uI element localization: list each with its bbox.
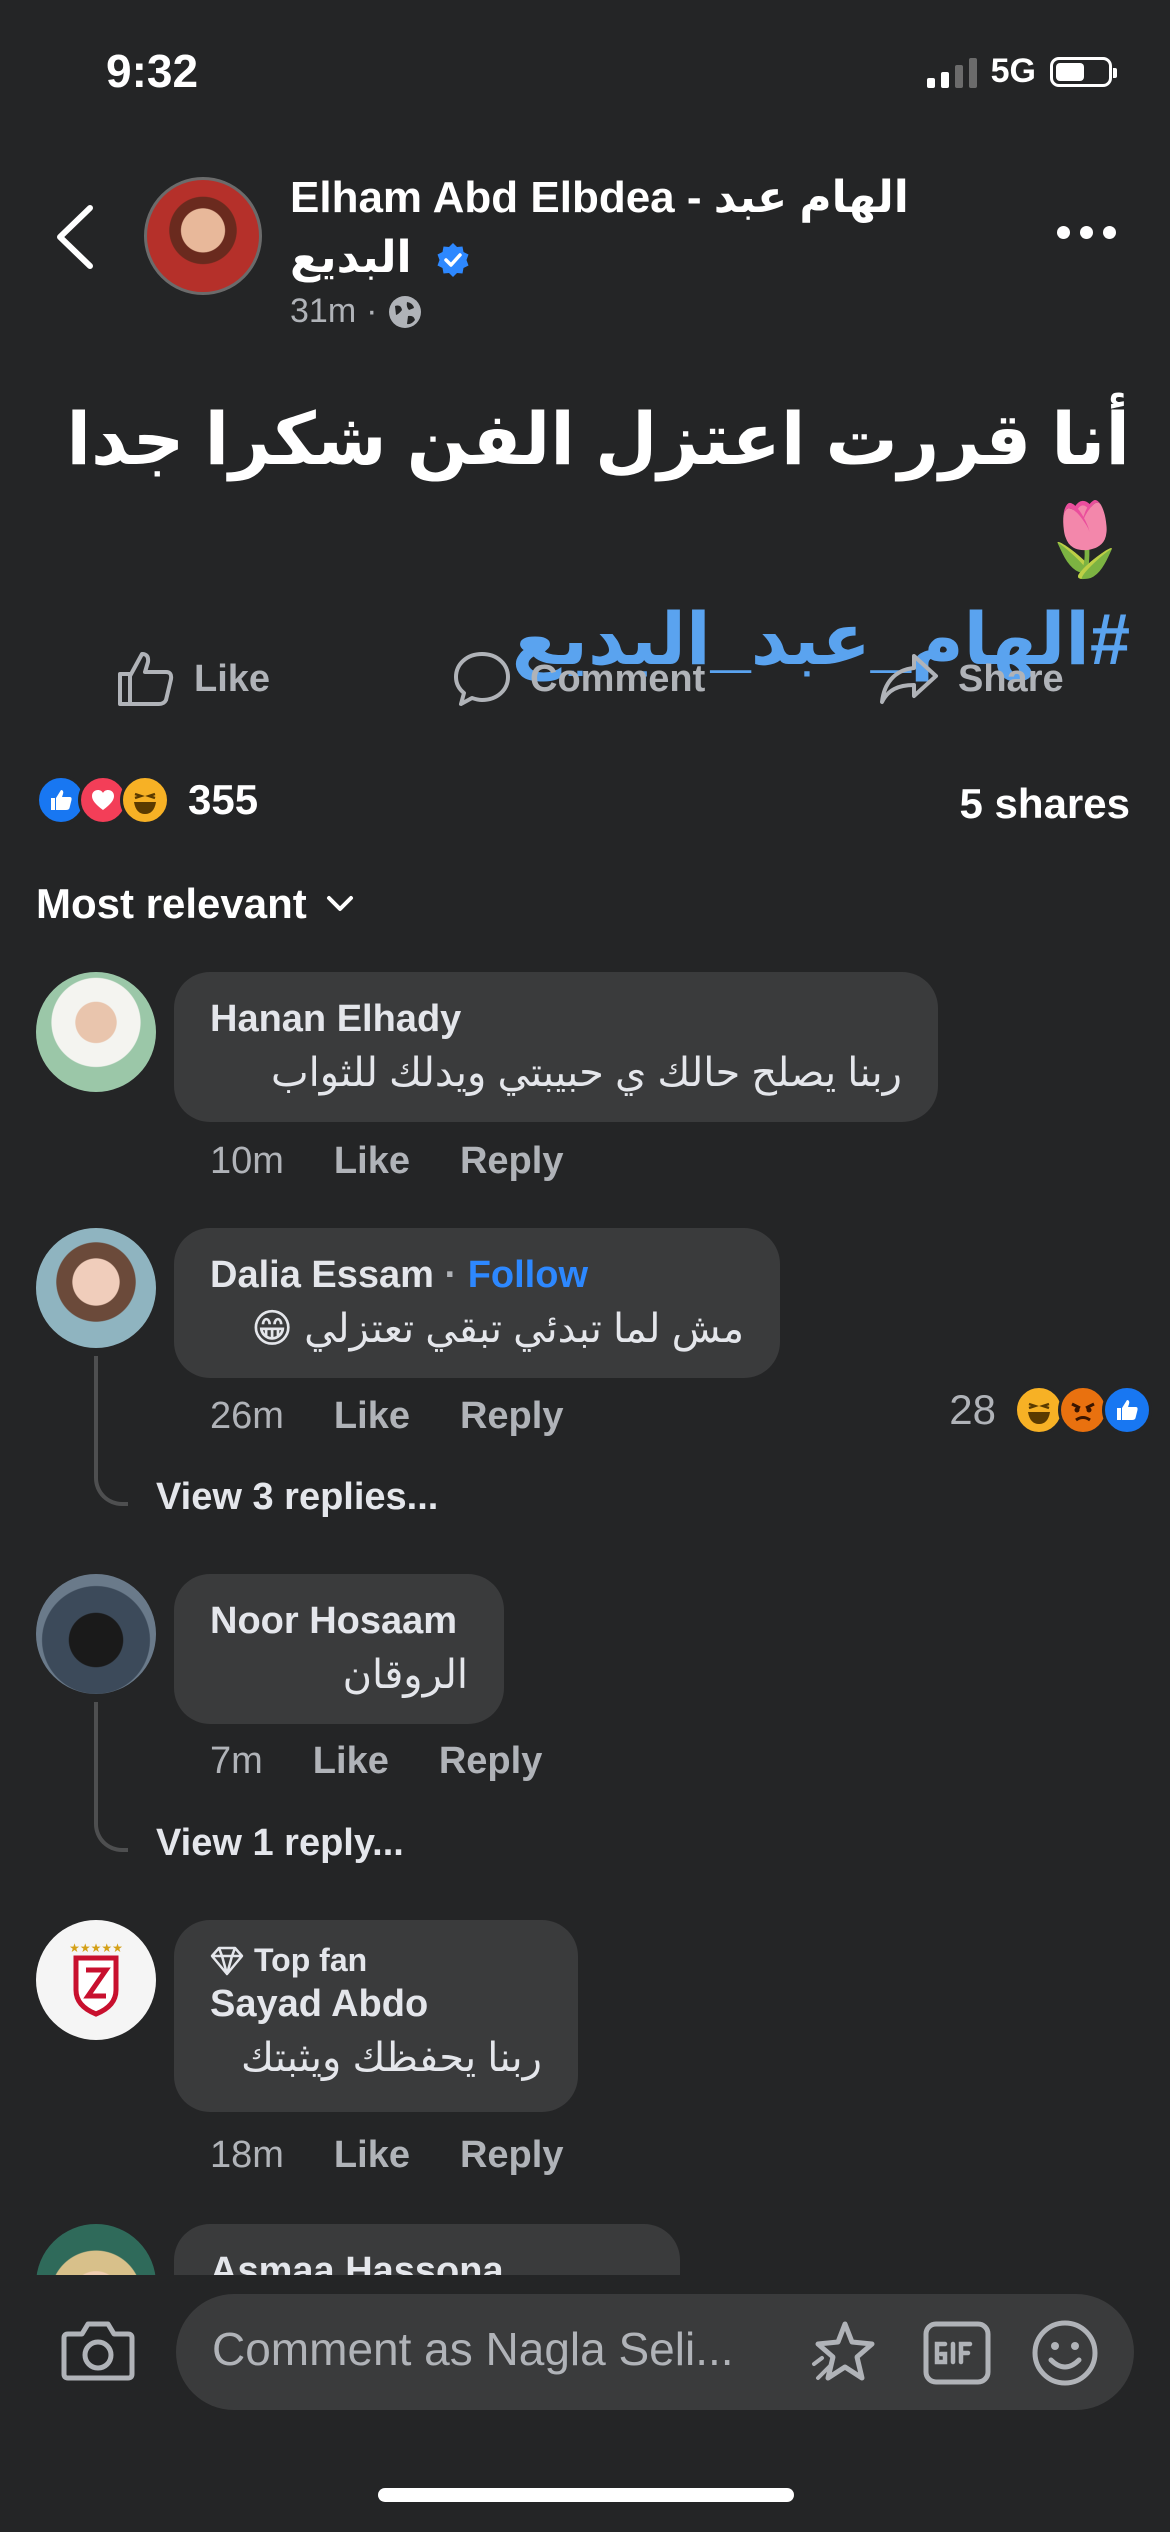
comment-reaction-count: 28 <box>949 1386 996 1433</box>
comment-like-button[interactable]: Like <box>334 1140 410 1183</box>
comment-text: ربنا يصلح حالك ي حبيبتي ويدلك للثواب <box>270 1051 902 1095</box>
comment-time: 7m <box>210 1740 263 1782</box>
share-label: Share <box>958 657 1064 700</box>
comment-bubble[interactable]: Dalia Essam · Follow مش لما تبدئي تبقي ت… <box>174 1228 780 1378</box>
view-replies-link[interactable]: View 1 reply... <box>156 1822 404 1865</box>
comment-reactions[interactable]: 28 <box>949 1385 1152 1435</box>
post-time: 31m <box>290 292 357 330</box>
comment-bubble[interactable]: Top fan Sayad Abdo ربنا يحفظك ويثبتك <box>174 1920 578 2112</box>
commenter-name[interactable]: Hanan Elhady <box>210 994 902 1044</box>
comment-label: Comment <box>530 657 706 700</box>
haha-reaction-icon <box>1014 1385 1064 1435</box>
thread-line <box>94 1702 128 1852</box>
thumbs-up-icon <box>118 652 174 706</box>
comment-reply-button[interactable]: Reply <box>460 1395 563 1438</box>
angry-reaction-icon <box>1058 1385 1108 1435</box>
commenter-avatar[interactable]: ★★★★★ <box>36 1920 156 2040</box>
camera-icon[interactable] <box>60 2318 136 2382</box>
comment-bubble[interactable]: Hanan Elhady ربنا يصلح حالك ي حبيبتي ويد… <box>174 972 938 1122</box>
svg-text:★★★★★: ★★★★★ <box>69 1941 123 1955</box>
reaction-count: 355 <box>188 776 259 823</box>
avatar-sticker-icon[interactable] <box>810 2318 880 2388</box>
meta-separator: · <box>366 292 378 330</box>
sort-label: Most relevant <box>36 880 307 927</box>
shares-count[interactable]: 5 shares <box>960 780 1130 828</box>
post-body: أنا قررت اعتزل الفن شكرا جدا 🌷 #الهام_عب… <box>40 390 1130 690</box>
follow-separator: · <box>444 1254 458 1296</box>
comment-like-button[interactable]: Like <box>313 1740 389 1783</box>
comment-actions: 26m Like Reply <box>210 1395 563 1438</box>
comment-reply-button[interactable]: Reply <box>460 2134 563 2177</box>
battery-icon <box>1050 56 1117 87</box>
more-options-icon[interactable] <box>1057 226 1116 239</box>
comment-like-button[interactable]: Like <box>334 2134 410 2177</box>
status-indicators: 5G <box>926 52 1117 91</box>
author-avatar[interactable] <box>144 177 262 295</box>
club-logo-icon: ★★★★★ <box>69 1941 123 2017</box>
like-label: Like <box>194 657 271 700</box>
back-arrow-icon[interactable] <box>48 200 108 274</box>
share-arrow-icon <box>880 654 938 704</box>
comment-text: ربنا يحفظك ويثبتك <box>240 2036 542 2080</box>
emoji-icon[interactable] <box>1030 2318 1100 2388</box>
commenter-avatar[interactable] <box>36 1574 156 1694</box>
comment-input-placeholder[interactable]: Comment as Nagla Seli... <box>212 2322 772 2376</box>
thread-line <box>94 1356 128 1506</box>
share-button[interactable]: Share <box>878 650 1064 708</box>
comment-like-button[interactable]: Like <box>334 1395 410 1438</box>
commenter-name[interactable]: Sayad Abdo <box>210 1979 542 2029</box>
sort-dropdown[interactable]: Most relevant <box>36 880 355 928</box>
verified-badge-icon <box>437 243 469 278</box>
author-name[interactable]: Elham Abd Elbdea - الهام عبد البديع <box>290 168 950 288</box>
commenter-avatar[interactable] <box>36 1228 156 1348</box>
reactions-summary[interactable]: 355 <box>36 775 258 825</box>
top-fan-label: Top fan <box>254 1942 368 1978</box>
post-meta: 31m · <box>290 292 423 331</box>
comment-text: الروقان <box>342 1653 468 1697</box>
author-name-text[interactable]: Elham Abd Elbdea - الهام عبد البديع <box>290 173 909 282</box>
commenter-avatar[interactable] <box>36 972 156 1092</box>
comment-bubble[interactable]: Noor Hosaam الروقان <box>174 1574 504 1724</box>
comment-text: مش لما تبدئي تبقي تعتزلي 😁 <box>251 1307 744 1351</box>
comment-time: 26m <box>210 1395 284 1437</box>
commenter-name[interactable]: Noor Hosaam <box>210 1596 468 1646</box>
home-indicator <box>378 2488 794 2502</box>
chevron-down-icon <box>326 896 353 911</box>
follow-button[interactable]: Follow <box>468 1254 588 1296</box>
comment-actions: 7m Like Reply <box>210 1740 542 1783</box>
comment-button[interactable]: Comment <box>452 650 705 708</box>
comment-reply-button[interactable]: Reply <box>439 1740 542 1783</box>
comment-bubble-icon <box>454 652 510 706</box>
gif-icon[interactable] <box>922 2318 992 2388</box>
diamond-icon <box>210 1946 244 1975</box>
globe-icon <box>389 295 422 328</box>
comment-time: 10m <box>210 1140 284 1182</box>
commenter-name-row: Dalia Essam · Follow <box>210 1250 744 1300</box>
top-fan-badge: Top fan <box>210 1942 542 1979</box>
like-reaction-icon <box>1102 1385 1152 1435</box>
comment-reply-button[interactable]: Reply <box>460 1140 563 1183</box>
comment-actions: 10m Like Reply <box>210 1140 563 1183</box>
view-replies-link[interactable]: View 3 replies... <box>156 1476 438 1519</box>
post-text: أنا قررت اعتزل الفن شكرا جدا 🌷 <box>66 400 1130 580</box>
comment-time: 18m <box>210 2134 284 2176</box>
commenter-name[interactable]: Dalia Essam <box>210 1254 434 1296</box>
status-time: 9:32 <box>106 45 199 97</box>
signal-icon <box>926 56 977 88</box>
network-type: 5G <box>990 52 1036 90</box>
like-button[interactable]: Like <box>116 650 270 708</box>
comment-actions: 18m Like Reply <box>210 2134 563 2177</box>
haha-reaction-icon <box>120 775 170 825</box>
